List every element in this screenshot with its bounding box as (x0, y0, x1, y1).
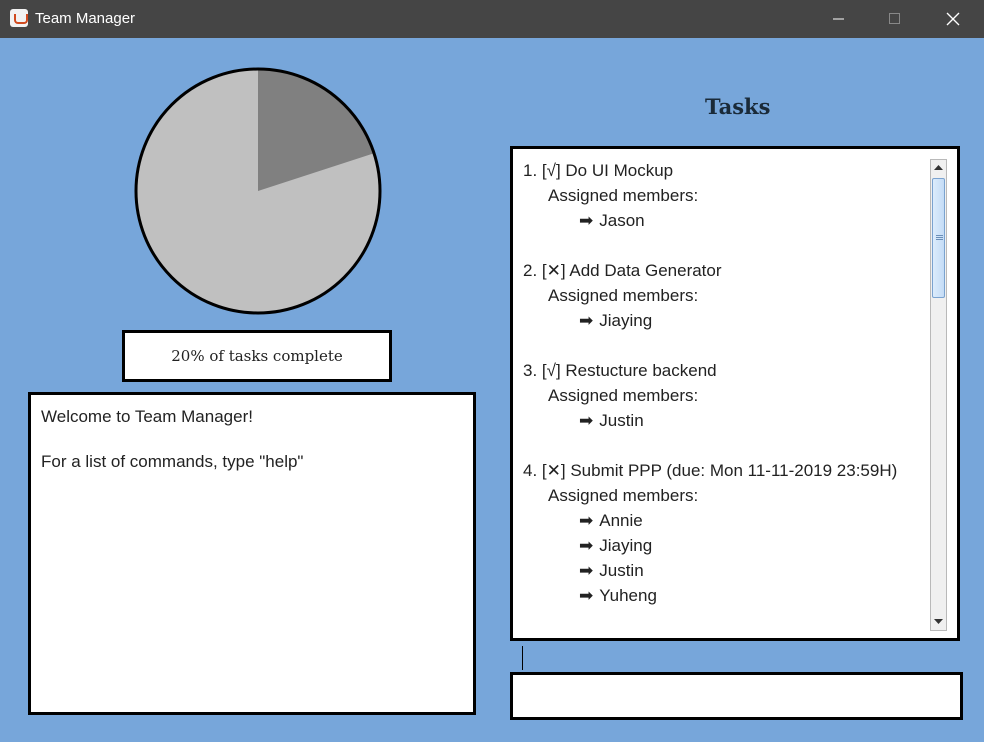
scroll-down-button[interactable] (931, 614, 946, 630)
member-name: Annie (599, 511, 643, 530)
task-item[interactable]: 4. [✕] Submit PPP (due: Mon 11-11-2019 2… (523, 458, 928, 608)
arrow-icon: ➡ (579, 511, 594, 530)
text-caret (522, 646, 523, 670)
member-name: Jiaying (599, 311, 653, 330)
tasks-heading: Tasks (705, 94, 771, 119)
title-bar: Team Manager (0, 0, 984, 38)
member-entry: ➡ Annie (523, 508, 928, 533)
progress-label-box: 20% of tasks complete (122, 330, 392, 382)
task-title: 1. [√] Do UI Mockup (523, 161, 674, 180)
member-name: Jiaying (599, 536, 653, 555)
task-item[interactable]: 1. [√] Do UI Mockup Assigned members: ➡ J… (523, 158, 928, 233)
arrow-icon: ➡ (579, 411, 594, 430)
progress-label: 20% of tasks complete (171, 347, 343, 365)
scroll-thumb[interactable] (932, 178, 945, 298)
window-title: Team Manager (35, 10, 136, 27)
member-entry: ➡ Justin (523, 408, 928, 433)
maximize-button[interactable] (866, 0, 924, 38)
task-item[interactable]: 3. [√] Restucture backend Assigned membe… (523, 358, 928, 433)
main-window: 20% of tasks complete Welcome to Team Ma… (0, 38, 984, 742)
minimize-button[interactable] (810, 0, 868, 38)
member-name: Justin (599, 411, 644, 430)
member-entry: ➡ Justin (523, 558, 928, 583)
member-entry: ➡ Jiaying (523, 308, 928, 333)
close-button[interactable] (924, 0, 982, 38)
task-list: 1. [√] Do UI Mockup Assigned members: ➡ J… (523, 158, 928, 633)
arrow-down-icon (934, 619, 943, 624)
console-line: For a list of commands, type "help" (41, 451, 304, 471)
console-output: Welcome to Team Manager! For a list of c… (28, 392, 476, 715)
arrow-icon: ➡ (579, 586, 594, 605)
arrow-icon: ➡ (579, 536, 594, 555)
progress-pie-chart (134, 67, 382, 315)
task-title: 4. [✕] Submit PPP (due: Mon 11-11-2019 2… (523, 461, 898, 480)
assigned-members-label: Assigned members: (548, 486, 699, 505)
grip-line (936, 239, 943, 240)
task-title: 2. [✕] Add Data Generator (523, 261, 722, 280)
assigned-members-label: Assigned members: (548, 286, 699, 305)
arrow-icon: ➡ (579, 211, 594, 230)
member-name: Jason (599, 211, 645, 230)
arrow-icon: ➡ (579, 311, 594, 330)
task-title: 3. [√] Restucture backend (523, 361, 717, 380)
task-list-panel[interactable]: 1. [√] Do UI Mockup Assigned members: ➡ J… (510, 146, 960, 641)
member-entry: ➡ Yuheng (523, 583, 928, 608)
arrow-icon: ➡ (579, 561, 594, 580)
grip-line (936, 235, 943, 236)
grip-line (936, 237, 943, 238)
member-name: Yuheng (599, 586, 657, 605)
close-icon (946, 12, 960, 26)
assigned-members-label: Assigned members: (548, 186, 699, 205)
assigned-members-label: Assigned members: (548, 386, 699, 405)
java-icon (10, 9, 28, 27)
task-item[interactable]: 2. [✕] Add Data Generator Assigned membe… (523, 258, 928, 333)
minimize-icon (833, 18, 844, 20)
member-entry: ➡ Jiaying (523, 533, 928, 558)
command-input[interactable] (510, 672, 963, 720)
member-entry: ➡ Jason (523, 208, 928, 233)
vertical-scrollbar[interactable] (930, 159, 947, 631)
maximize-icon (889, 13, 900, 24)
console-line: Welcome to Team Manager! (41, 407, 253, 426)
member-name: Justin (599, 561, 644, 580)
arrow-up-icon (934, 165, 943, 170)
scroll-up-button[interactable] (931, 160, 946, 176)
